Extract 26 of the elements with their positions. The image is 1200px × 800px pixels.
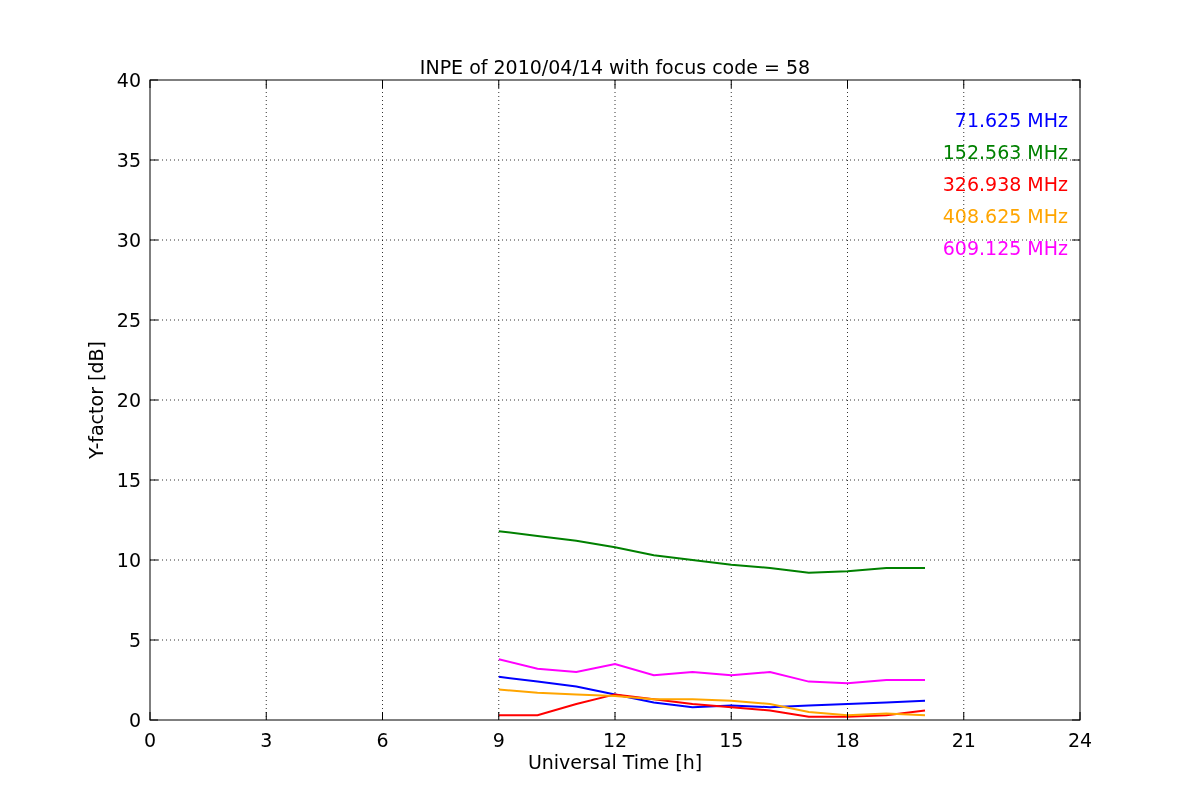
legend-label: 71.625 MHz [954,109,1068,131]
x-axis-label: Universal Time [h] [527,751,703,773]
tick-label: 20 [116,389,141,411]
y-axis-label: Y-factor [dB] [85,341,107,459]
tick-label: 15 [719,729,744,751]
tick-label: 0 [128,709,141,731]
tick-label: 15 [116,469,141,491]
tick-label: 40 [116,69,141,91]
tick-label: 3 [260,729,273,751]
legend-label: 326.938 MHz [942,173,1068,195]
tick-label: 35 [116,149,141,171]
tick-label: 12 [602,729,628,751]
tick-label: 0 [143,729,157,751]
chart-title: INPE of 2010/04/14 with focus code = 58 [419,56,811,78]
tick-label: 18 [835,729,860,751]
legend-label: 408.625 MHz [942,205,1068,227]
tick-label: 6 [376,729,389,751]
tick-label: 9 [492,729,505,751]
tick-label: 25 [116,309,141,331]
legend-label: 609.125 MHz [942,237,1068,259]
tick-label: 10 [116,549,141,571]
tick-label: 24 [1067,729,1093,751]
tick-label: 30 [116,229,141,251]
legend-label: 152.563 MHz [942,141,1068,163]
tick-label: 5 [128,629,141,651]
tick-label: 21 [951,729,976,751]
